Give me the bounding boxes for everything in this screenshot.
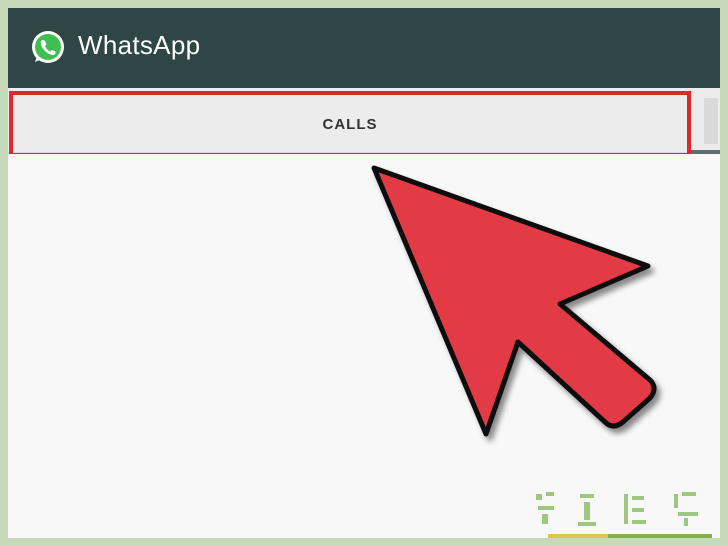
pointer-arrow-icon (371, 165, 657, 437)
screenshot-frame: WhatsApp CALLS (0, 0, 728, 546)
watermark-logo-icon (536, 492, 712, 538)
